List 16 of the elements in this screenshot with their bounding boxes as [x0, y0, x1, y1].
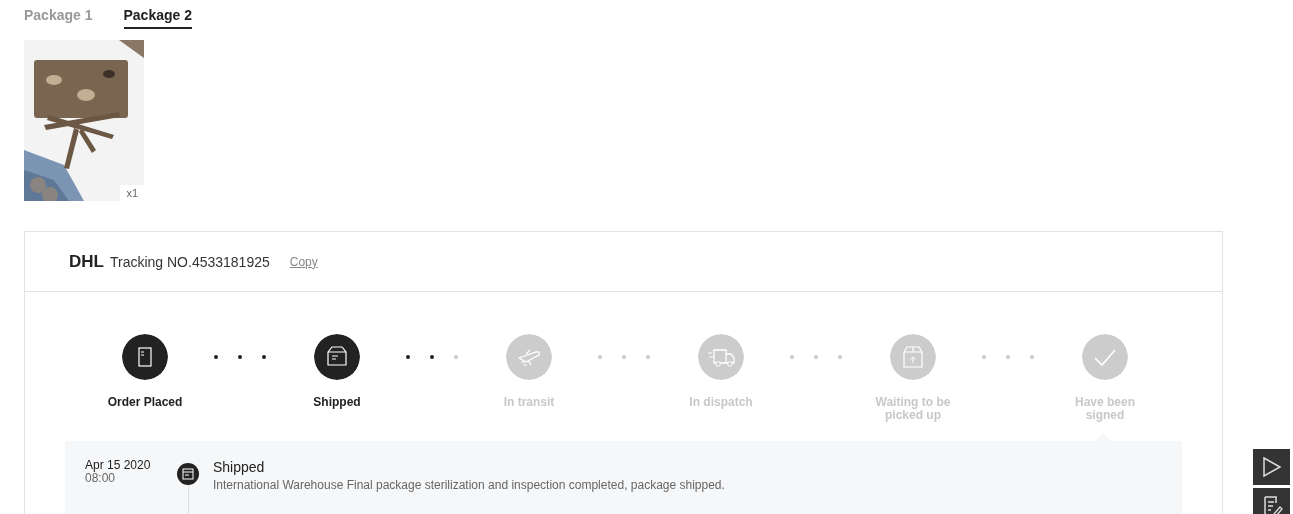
step-label: Shipped [312, 396, 362, 409]
play-icon [1261, 456, 1282, 478]
package-tab[interactable]: Package 1 [24, 5, 93, 29]
copy-link[interactable]: Copy [289, 254, 318, 269]
play-button[interactable] [1253, 449, 1290, 485]
event-description: International Warehouse Final package sterilization and inspection completed, package shipped. [213, 478, 725, 492]
package-tab[interactable]: Package 2 [123, 5, 192, 29]
quantity-label: x1 [120, 185, 144, 201]
edit-button[interactable] [1253, 488, 1290, 514]
box-icon [177, 463, 199, 485]
tracking-number: Tracking NO.4533181925 [109, 253, 270, 270]
carrier-name: DHL [69, 251, 104, 272]
event-title: Shipped [213, 459, 266, 475]
step-label: Order Placed [106, 396, 184, 409]
event-date: Apr 15 2020 [85, 459, 152, 472]
event-time: 08:00 [85, 472, 117, 485]
